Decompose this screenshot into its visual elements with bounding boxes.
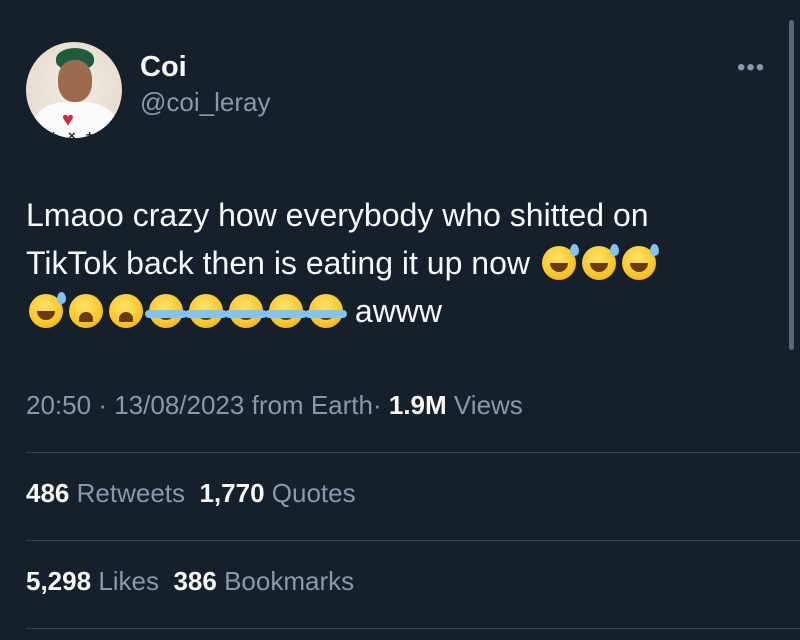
tears-of-joy-emoji-icon — [185, 294, 227, 328]
bookmarks-count: 386 — [173, 566, 217, 596]
divider — [26, 452, 800, 453]
grinning-sweat-emoji-icon — [29, 292, 66, 328]
meta-separator: · — [372, 390, 382, 420]
quotes-count: 1,770 — [199, 478, 265, 508]
tweet-text-segment: TikTok back then is eating it up now — [26, 245, 530, 281]
weary-face-emoji-icon — [69, 294, 103, 328]
shirt-print-icon: ± — [50, 128, 58, 138]
shirt-print-icon: ± — [86, 128, 94, 138]
tweet-line: Lmaoo crazy how everybody who shitted on — [26, 197, 649, 233]
tweet-text-segment: awww — [354, 293, 443, 329]
grinning-sweat-emoji-icon — [581, 244, 619, 280]
retweet-quote-stats: 486 Retweets 1,770 Quotes — [26, 478, 356, 509]
tears-of-joy-emoji-icon — [145, 294, 187, 328]
more-options-icon[interactable]: ••• — [737, 54, 765, 82]
divider — [26, 540, 800, 541]
like-bookmark-stats: 5,298 Likes 386 Bookmarks — [26, 566, 354, 597]
meta-separator: · — [98, 390, 107, 420]
tweet-source: from Earth — [251, 390, 373, 420]
tears-of-joy-emoji-icon — [265, 294, 307, 328]
tweet-line: TikTok back then is eating it up now — [26, 239, 766, 287]
likes-link[interactable]: 5,298 Likes — [26, 566, 159, 596]
user-handle[interactable]: @coi_leray — [140, 87, 270, 118]
tears-of-joy-emoji-icon — [305, 294, 347, 328]
retweets-count: 486 — [26, 478, 70, 508]
retweets-label: Retweets — [76, 478, 186, 508]
tweet-text: Lmaoo crazy how everybody who shitted on… — [26, 191, 766, 335]
scrollbar[interactable] — [789, 20, 794, 350]
likes-count: 5,298 — [26, 566, 92, 596]
tears-of-joy-emoji-icon — [225, 294, 267, 328]
bookmarks-label: Bookmarks — [224, 566, 355, 596]
shirt-print-icon: × — [68, 128, 76, 138]
display-name[interactable]: Coi — [140, 51, 187, 84]
heart-icon: ♥ — [62, 109, 74, 131]
weary-face-emoji-icon — [109, 294, 143, 328]
quotes-label: Quotes — [271, 478, 356, 508]
views-count[interactable]: 1.9M — [389, 390, 447, 420]
quotes-link[interactable]: 1,770 Quotes — [199, 478, 355, 508]
divider — [26, 628, 800, 629]
grinning-sweat-emoji-icon — [541, 244, 579, 280]
tweet-metadata: 20:50 · 13/08/2023 from Earth· 1.9M View… — [26, 390, 523, 421]
likes-label: Likes — [98, 566, 160, 596]
tweet-time[interactable]: 20:50 — [26, 390, 91, 420]
retweets-link[interactable]: 486 Retweets — [26, 478, 185, 508]
tweet-line: awww — [26, 287, 766, 335]
tweet-date[interactable]: 13/08/2023 — [114, 390, 244, 420]
views-label[interactable]: Views — [454, 390, 523, 420]
avatar[interactable]: ♥ ± × ± — [26, 42, 122, 138]
grinning-sweat-emoji-icon — [621, 244, 659, 280]
bookmarks-link[interactable]: 386 Bookmarks — [173, 566, 354, 596]
avatar-face — [58, 60, 92, 102]
